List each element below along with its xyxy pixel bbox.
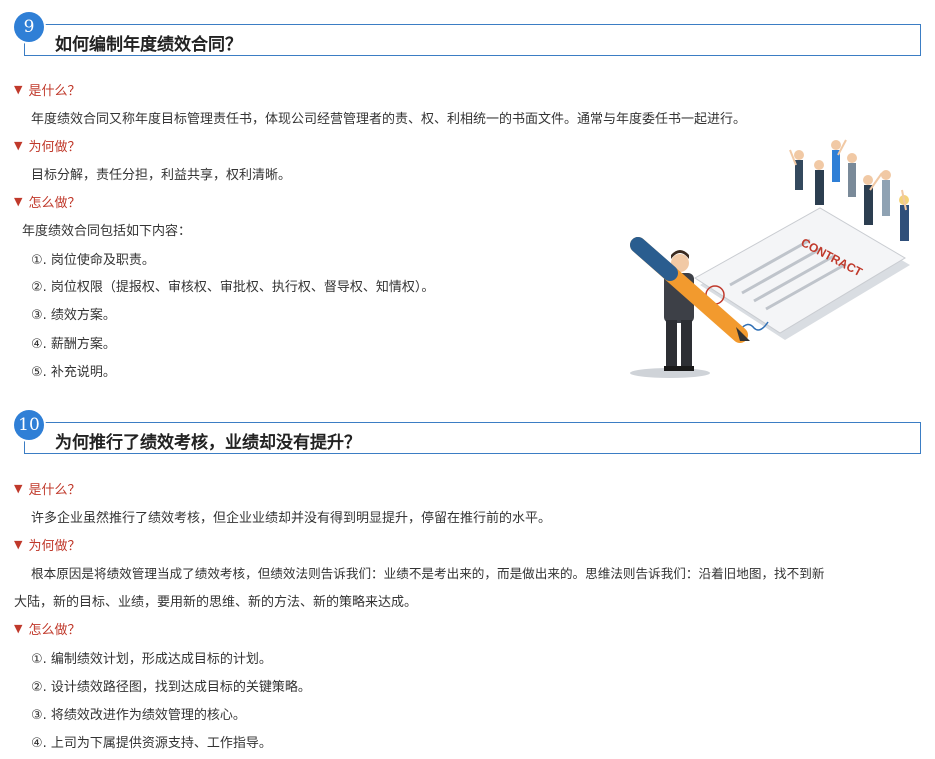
section-10-header: 为何推行了绩效考核，业绩却没有提升？ xyxy=(24,422,921,454)
how-label: ▼ 怎么做？ xyxy=(14,619,80,638)
triangle-down-icon: ▼ xyxy=(14,83,23,96)
why-label: ▼ 为何做？ xyxy=(14,136,80,155)
list-item: ③. 绩效方案。 xyxy=(31,308,116,323)
why-text-line-1: 根本原因是将绩效管理当成了绩效考核，但绩效法则告诉我们：业绩不是考出来的，而是做… xyxy=(31,566,825,581)
section-title: 为何推行了绩效考核，业绩却没有提升？ xyxy=(55,433,361,453)
how-label-text: 怎么做？ xyxy=(28,196,81,211)
what-text: 许多企业虽然推行了绩效考核，但企业业绩却并没有得到明显提升，停留在推行前的水平。 xyxy=(31,511,552,526)
what-label-text: 是什么？ xyxy=(28,483,81,498)
triangle-down-icon: ▼ xyxy=(14,482,23,495)
contract-illustration: CONTRACT xyxy=(630,139,910,378)
list-item: ③. 将绩效改进作为绩效管理的核心。 xyxy=(31,708,246,723)
what-label: ▼ 是什么？ xyxy=(14,479,80,498)
how-label: ▼ 怎么做？ xyxy=(14,192,80,211)
why-label: ▼ 为何做？ xyxy=(14,535,80,554)
triangle-down-icon: ▼ xyxy=(14,622,23,635)
why-text: 目标分解，责任分担，利益共享，权利清晰。 xyxy=(31,168,292,183)
triangle-down-icon: ▼ xyxy=(14,538,23,551)
why-label-text: 为何做？ xyxy=(28,539,81,554)
how-label-text: 怎么做？ xyxy=(28,623,81,638)
list-item: ②. 岗位权限（提报权、审核权、审批权、执行权、督导权、知情权）。 xyxy=(31,280,435,295)
list-item: ④. 上司为下属提供资源支持、工作指导。 xyxy=(31,736,272,751)
section-title: 如何编制年度绩效合同？ xyxy=(55,35,242,55)
triangle-down-icon: ▼ xyxy=(14,139,23,152)
why-text-line-2: 大陆，新的目标、业绩，要用新的思维、新的方法、新的策略来达成。 xyxy=(14,595,418,610)
section-9-header: 如何编制年度绩效合同？ xyxy=(24,24,921,56)
section-number-badge: 10 xyxy=(14,410,44,440)
list-item: ①. 岗位使命及职责。 xyxy=(31,253,155,268)
list-item: ②. 设计绩效路径图，找到达成目标的关键策略。 xyxy=(31,680,311,695)
what-text: 年度绩效合同又称年度目标管理责任书，体现公司经营管理者的责、权、利相统一的书面文… xyxy=(31,112,747,127)
list-item: ⑤. 补充说明。 xyxy=(31,365,116,380)
why-label-text: 为何做？ xyxy=(28,140,81,155)
section-number-badge: 9 xyxy=(14,12,44,42)
list-item: ④. 薪酬方案。 xyxy=(31,337,116,352)
list-item: ①. 编制绩效计划，形成达成目标的计划。 xyxy=(31,652,272,667)
what-label: ▼ 是什么？ xyxy=(14,80,80,99)
how-intro: 年度绩效合同包括如下内容： xyxy=(22,224,192,239)
triangle-down-icon: ▼ xyxy=(14,195,23,208)
what-label-text: 是什么？ xyxy=(28,84,81,99)
